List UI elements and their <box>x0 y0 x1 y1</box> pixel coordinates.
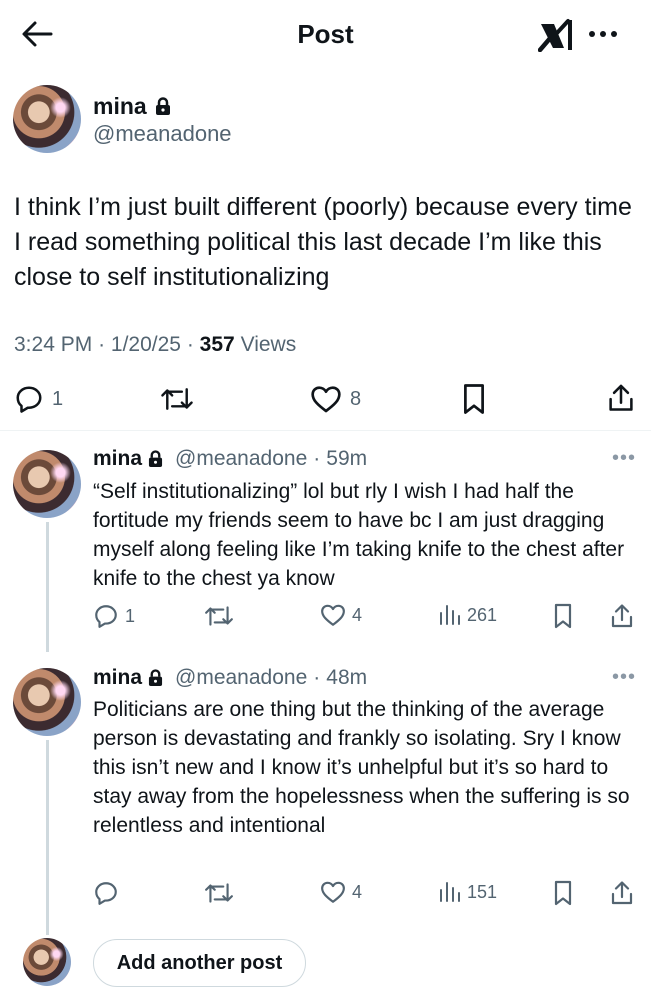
reply-button[interactable]: 1 <box>14 384 63 414</box>
post-metadata: 3:24 PM · 1/20/25 · 357 Views <box>14 333 297 356</box>
avatar[interactable] <box>13 85 81 153</box>
author-name-text: mina <box>93 666 143 689</box>
like-button[interactable]: 4 <box>320 603 362 627</box>
analytics-icon <box>440 882 460 902</box>
post-date: 1/20/25 <box>110 333 181 356</box>
avatar <box>23 938 71 986</box>
bookmark-button[interactable] <box>552 880 574 906</box>
reply-age: 59m <box>326 447 368 470</box>
post-time: 3:24 PM <box>14 333 93 356</box>
like-count: 8 <box>350 387 362 410</box>
avatar[interactable] <box>13 450 81 518</box>
post-text: I think I’m just built different (poorly… <box>14 193 632 291</box>
like-count: 4 <box>352 881 363 902</box>
more-options-button[interactable] <box>587 20 619 48</box>
repost-button[interactable] <box>204 880 240 906</box>
reply-icon <box>95 605 117 628</box>
views-count: 357 <box>199 333 235 356</box>
thread-connector <box>46 740 49 935</box>
avatar[interactable] <box>13 668 81 736</box>
divider <box>0 430 651 431</box>
reply-author[interactable]: mina @meanadone · 48m <box>93 666 367 690</box>
share-button[interactable] <box>607 383 635 413</box>
reply-age: 48m <box>326 666 368 689</box>
views-count: 261 <box>467 604 498 625</box>
repost-button[interactable] <box>160 384 202 414</box>
views-button[interactable]: 151 <box>437 880 497 904</box>
repost-button[interactable] <box>204 603 240 629</box>
repost-icon <box>205 883 233 903</box>
author-handle[interactable]: @meanadone <box>93 121 232 147</box>
lock-icon <box>148 450 163 467</box>
bookmark-icon <box>554 603 572 629</box>
reply-text: “Self institutionalizing” lol but rly I … <box>93 480 625 590</box>
bookmark-button[interactable] <box>461 383 487 415</box>
share-icon <box>609 384 633 411</box>
reply-icon <box>95 882 117 905</box>
author-handle: @meanadone <box>175 447 308 470</box>
reply-more-button[interactable]: ••• <box>612 447 636 470</box>
share-icon <box>611 881 633 905</box>
repost-icon <box>205 606 233 626</box>
heart-icon <box>321 604 345 626</box>
share-button[interactable] <box>610 880 634 906</box>
lock-icon <box>148 669 163 686</box>
author-name[interactable]: mina <box>93 93 171 120</box>
reply-icon <box>16 386 42 413</box>
bookmark-icon <box>464 384 484 414</box>
share-button[interactable] <box>610 603 634 629</box>
views-button[interactable]: 261 <box>437 603 497 627</box>
views-label: Views <box>240 333 297 356</box>
like-count: 4 <box>352 604 363 625</box>
more-horizontal-icon <box>589 31 617 37</box>
reply-text: Politicians are one thing but the thinki… <box>93 698 630 837</box>
reply-more-button[interactable]: ••• <box>612 666 636 689</box>
repost-icon <box>161 388 193 410</box>
thread-connector <box>46 522 49 652</box>
reply-author[interactable]: mina @meanadone · 59m <box>93 447 367 471</box>
x-grok-logo-icon[interactable] <box>538 18 574 52</box>
heart-icon <box>321 881 345 903</box>
share-icon <box>611 604 633 628</box>
lock-icon <box>155 97 170 115</box>
author-name-text: mina <box>93 93 147 119</box>
reply-button[interactable]: 1 <box>93 603 135 629</box>
like-button[interactable]: 8 <box>310 384 361 414</box>
like-button[interactable]: 4 <box>320 880 362 904</box>
reply-button[interactable] <box>93 880 125 906</box>
bookmark-button[interactable] <box>552 603 574 629</box>
views-count: 151 <box>467 881 498 902</box>
reply-count: 1 <box>125 605 136 626</box>
author-name-text: mina <box>93 447 143 470</box>
bookmark-icon <box>554 880 572 906</box>
author-handle: @meanadone <box>175 666 308 689</box>
analytics-icon <box>440 605 460 625</box>
add-another-post-button[interactable]: Add another post <box>93 939 306 987</box>
reply-count: 1 <box>52 387 64 410</box>
heart-icon <box>311 386 341 413</box>
